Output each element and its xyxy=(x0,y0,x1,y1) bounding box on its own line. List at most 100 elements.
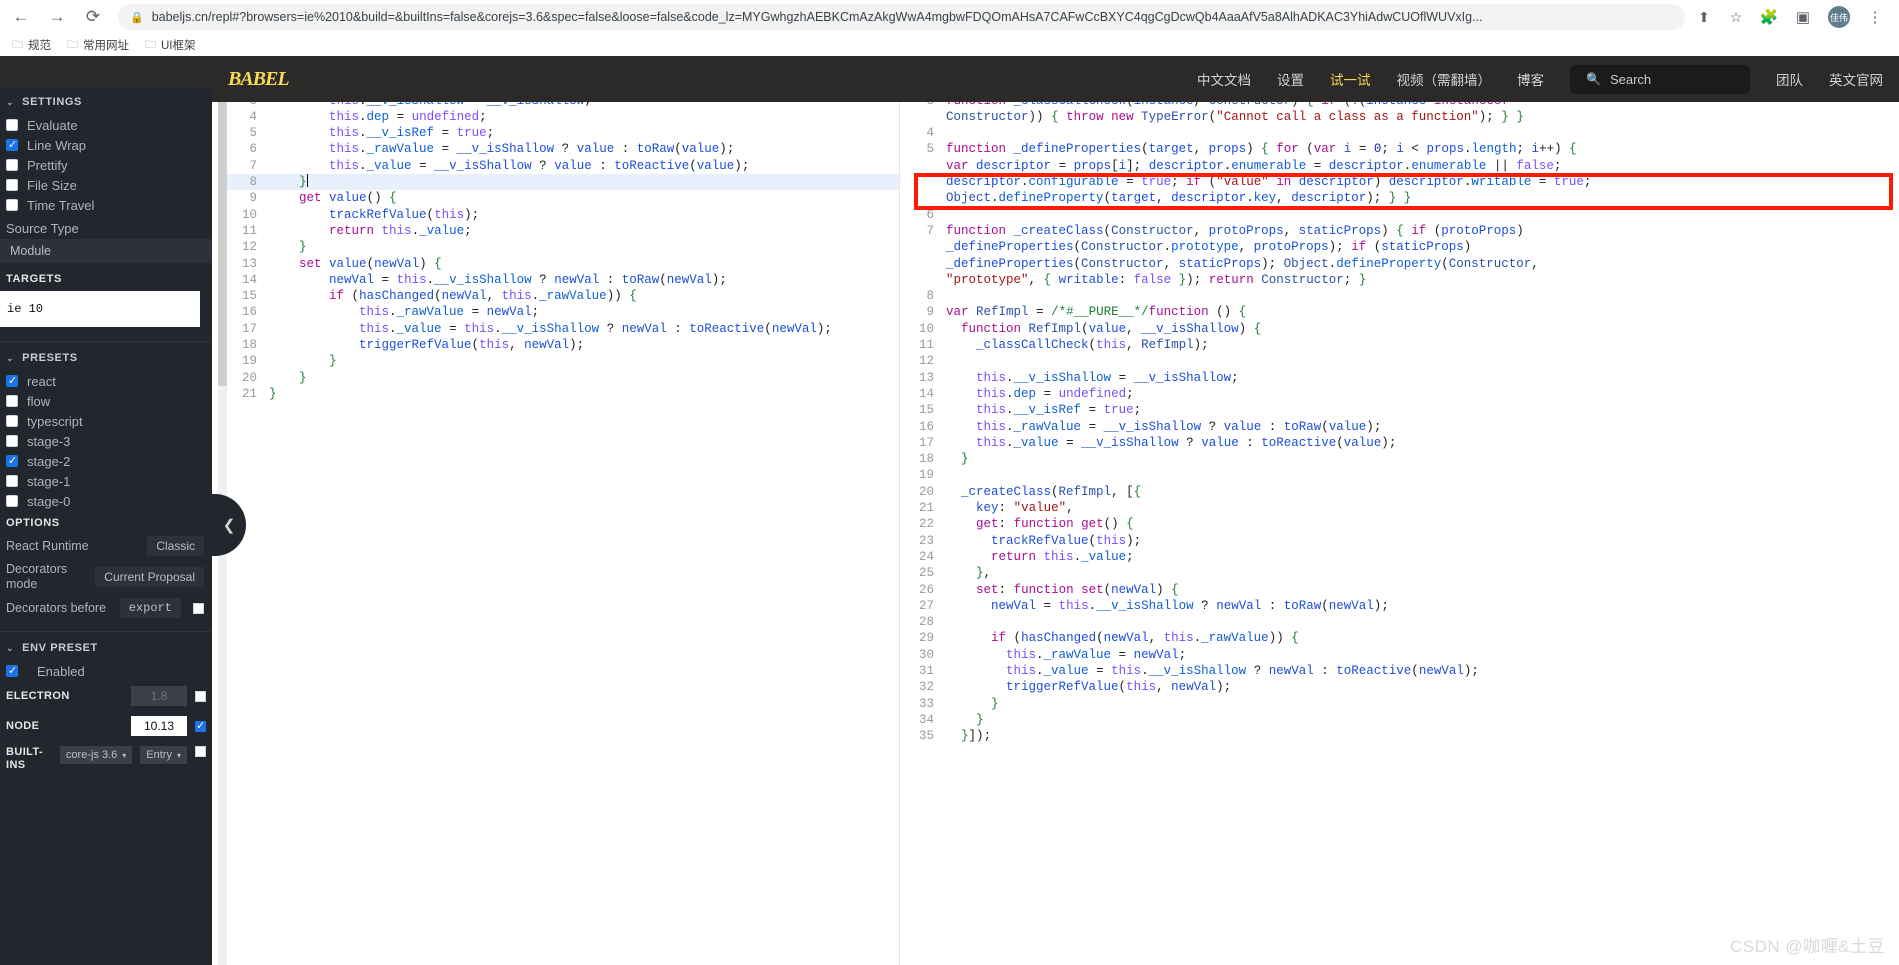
nav-item-docs[interactable]: 中文文档 xyxy=(1197,69,1251,89)
checkbox-icon[interactable] xyxy=(193,602,204,614)
corejs-version-select[interactable]: core-js 3.6 ▾ xyxy=(59,746,133,764)
code-line: 11 return this._value; xyxy=(227,223,899,239)
output-editor-pane[interactable]: 1"use strict";2 3function _classCallChec… xyxy=(900,56,1899,965)
source-type-select[interactable]: Module xyxy=(0,239,212,263)
scrollbar-thumb[interactable] xyxy=(218,56,227,386)
targets-title: TARGETS xyxy=(6,273,62,285)
setting-line-wrap[interactable]: Line Wrap xyxy=(0,135,212,155)
electron-version-input[interactable]: 1.8 xyxy=(131,686,187,706)
bookmark-item[interactable]: 🗀 规范 xyxy=(12,36,51,55)
nav-item-try-it[interactable]: 试一试 xyxy=(1330,69,1371,89)
line-number: 10 xyxy=(241,207,257,222)
option-react-runtime[interactable]: React Runtime Classic xyxy=(0,533,212,559)
nav-item-settings[interactable]: 设置 xyxy=(1277,69,1304,89)
nav-item-video[interactable]: 视频（需翻墙） xyxy=(1397,69,1492,89)
checkbox-icon[interactable] xyxy=(6,495,18,507)
checkbox-icon[interactable] xyxy=(6,454,18,468)
env-row-electron[interactable]: ELECTRON 1.8 xyxy=(0,681,212,711)
react-runtime-select[interactable]: Classic xyxy=(147,536,204,556)
option-decorators-before-export[interactable]: Decorators before export xyxy=(0,595,212,621)
folder-icon: 🗀 xyxy=(12,38,23,51)
address-bar[interactable]: 🔒 babeljs.cn/repl#?browsers=ie%2010&buil… xyxy=(118,4,1685,30)
node-version-input[interactable]: 10.13 xyxy=(131,716,187,736)
side-panel-icon[interactable]: ▣ xyxy=(1789,2,1817,32)
nav-item-blog[interactable]: 博客 xyxy=(1517,69,1544,89)
env-row-builtins[interactable]: BUILT-INS core-js 3.6 ▾ Entry ▾ xyxy=(0,741,212,777)
bookmark-item[interactable]: 🗀 UI框架 xyxy=(145,36,196,55)
presets-section-header[interactable]: ⌄ PRESETS xyxy=(0,344,212,371)
avatar[interactable]: 佳伟 xyxy=(1828,6,1850,28)
preset-stage-0[interactable]: stage-0 xyxy=(0,491,212,511)
browser-chrome: ← → ⟳ 🔒 babeljs.cn/repl#?browsers=ie%201… xyxy=(0,0,1899,56)
browser-menu-icon[interactable]: ⋮ xyxy=(1861,2,1889,32)
input-editor-code[interactable]: 1class RefImpl {2 constructor(value, __v… xyxy=(227,56,899,965)
setting-file-size[interactable]: File Size xyxy=(0,175,212,195)
line-number: 16 xyxy=(241,305,257,320)
bookmark-star-icon[interactable]: ☆ xyxy=(1723,4,1749,30)
checkbox-icon[interactable] xyxy=(6,138,18,152)
builtins-mode-select[interactable]: Entry ▾ xyxy=(140,746,187,764)
setting-prettify[interactable]: Prettify xyxy=(0,155,212,175)
code-line: 9 var RefImpl = /*#__PURE__*/function () … xyxy=(904,304,1899,320)
preset-stage-3[interactable]: stage-3 xyxy=(0,431,212,451)
line-number: 30 xyxy=(918,647,934,662)
checkbox-icon[interactable] xyxy=(6,415,18,427)
code-line: 6 xyxy=(904,207,1899,223)
checkbox-icon[interactable] xyxy=(195,746,206,757)
code-line: 19 } xyxy=(227,353,899,369)
option-decorators-mode[interactable]: Decorators mode Current Proposal xyxy=(0,559,212,595)
repl-panes: 1class RefImpl {2 constructor(value, __v… xyxy=(212,56,1899,965)
checkbox-icon[interactable] xyxy=(195,719,206,733)
decorators-mode-select[interactable]: Current Proposal xyxy=(95,567,204,587)
share-icon[interactable]: ⬆ xyxy=(1691,4,1717,30)
back-icon[interactable]: ← xyxy=(6,2,36,32)
line-number: 14 xyxy=(241,272,257,287)
env-enabled[interactable]: Enabled xyxy=(0,661,212,681)
setting-evaluate[interactable]: Evaluate xyxy=(0,115,212,135)
code-line: 26 set: function set(newVal) { xyxy=(904,582,1899,598)
preset-stage-1[interactable]: stage-1 xyxy=(0,471,212,491)
preset-stage-2[interactable]: stage-2 xyxy=(0,451,212,471)
forward-icon[interactable]: → xyxy=(42,2,72,32)
extensions-icon[interactable]: 🧩 xyxy=(1755,2,1783,32)
code-line: "prototype", { writable: false }); retur… xyxy=(946,272,1367,287)
checkbox-icon[interactable] xyxy=(6,374,18,388)
checkbox-icon[interactable] xyxy=(6,664,18,678)
code-line: 9 get value() { xyxy=(227,190,899,206)
preset-flow[interactable]: flow xyxy=(0,391,212,411)
checkbox-icon[interactable] xyxy=(6,179,18,191)
code-line: 34 } xyxy=(904,712,1899,728)
setting-time-travel[interactable]: Time Travel xyxy=(0,195,212,215)
code-line: 20 _createClass(RefImpl, [{ xyxy=(904,484,1899,500)
env-row-node[interactable]: NODE 10.13 xyxy=(0,711,212,741)
env-preset-section-header[interactable]: ⌄ ENV PRESET xyxy=(0,634,212,661)
search-input[interactable]: Search xyxy=(1610,72,1651,87)
search-box[interactable]: 🔍 Search xyxy=(1570,64,1750,94)
checkbox-icon[interactable] xyxy=(195,690,206,702)
settings-section-header[interactable]: ⌄ SETTINGS xyxy=(0,88,212,115)
line-number: 7 xyxy=(249,158,257,173)
address-bar-url: babeljs.cn/repl#?browsers=ie%2010&build=… xyxy=(151,10,1483,24)
reload-icon[interactable]: ⟳ xyxy=(78,2,108,32)
env-name: NODE xyxy=(6,719,40,732)
nav-item-team[interactable]: 团队 xyxy=(1776,69,1803,89)
preset-react[interactable]: react xyxy=(0,371,212,391)
bookmark-item[interactable]: 🗀 常用网址 xyxy=(67,36,129,55)
checkbox-icon[interactable] xyxy=(6,159,18,171)
code-line: 8 } xyxy=(227,174,899,191)
targets-input[interactable] xyxy=(0,291,200,327)
line-number: 22 xyxy=(918,517,934,532)
babel-logo[interactable]: BABEL xyxy=(228,68,290,91)
checkbox-icon[interactable] xyxy=(6,199,18,211)
input-editor-pane[interactable]: 1class RefImpl {2 constructor(value, __v… xyxy=(212,56,900,965)
lock-icon: 🔒 xyxy=(130,11,144,24)
code-line: Constructor)) { throw new TypeError("Can… xyxy=(946,109,1524,124)
code-line: 17 this._value = this.__v_isShallow ? ne… xyxy=(227,321,899,337)
checkbox-icon[interactable] xyxy=(6,435,18,447)
checkbox-icon[interactable] xyxy=(6,395,18,407)
preset-typescript[interactable]: typescript xyxy=(0,411,212,431)
nav-item-en-site[interactable]: 英文官网 xyxy=(1829,69,1883,89)
checkbox-icon[interactable] xyxy=(6,475,18,487)
checkbox-icon[interactable] xyxy=(6,119,18,131)
line-number: 11 xyxy=(918,338,934,353)
